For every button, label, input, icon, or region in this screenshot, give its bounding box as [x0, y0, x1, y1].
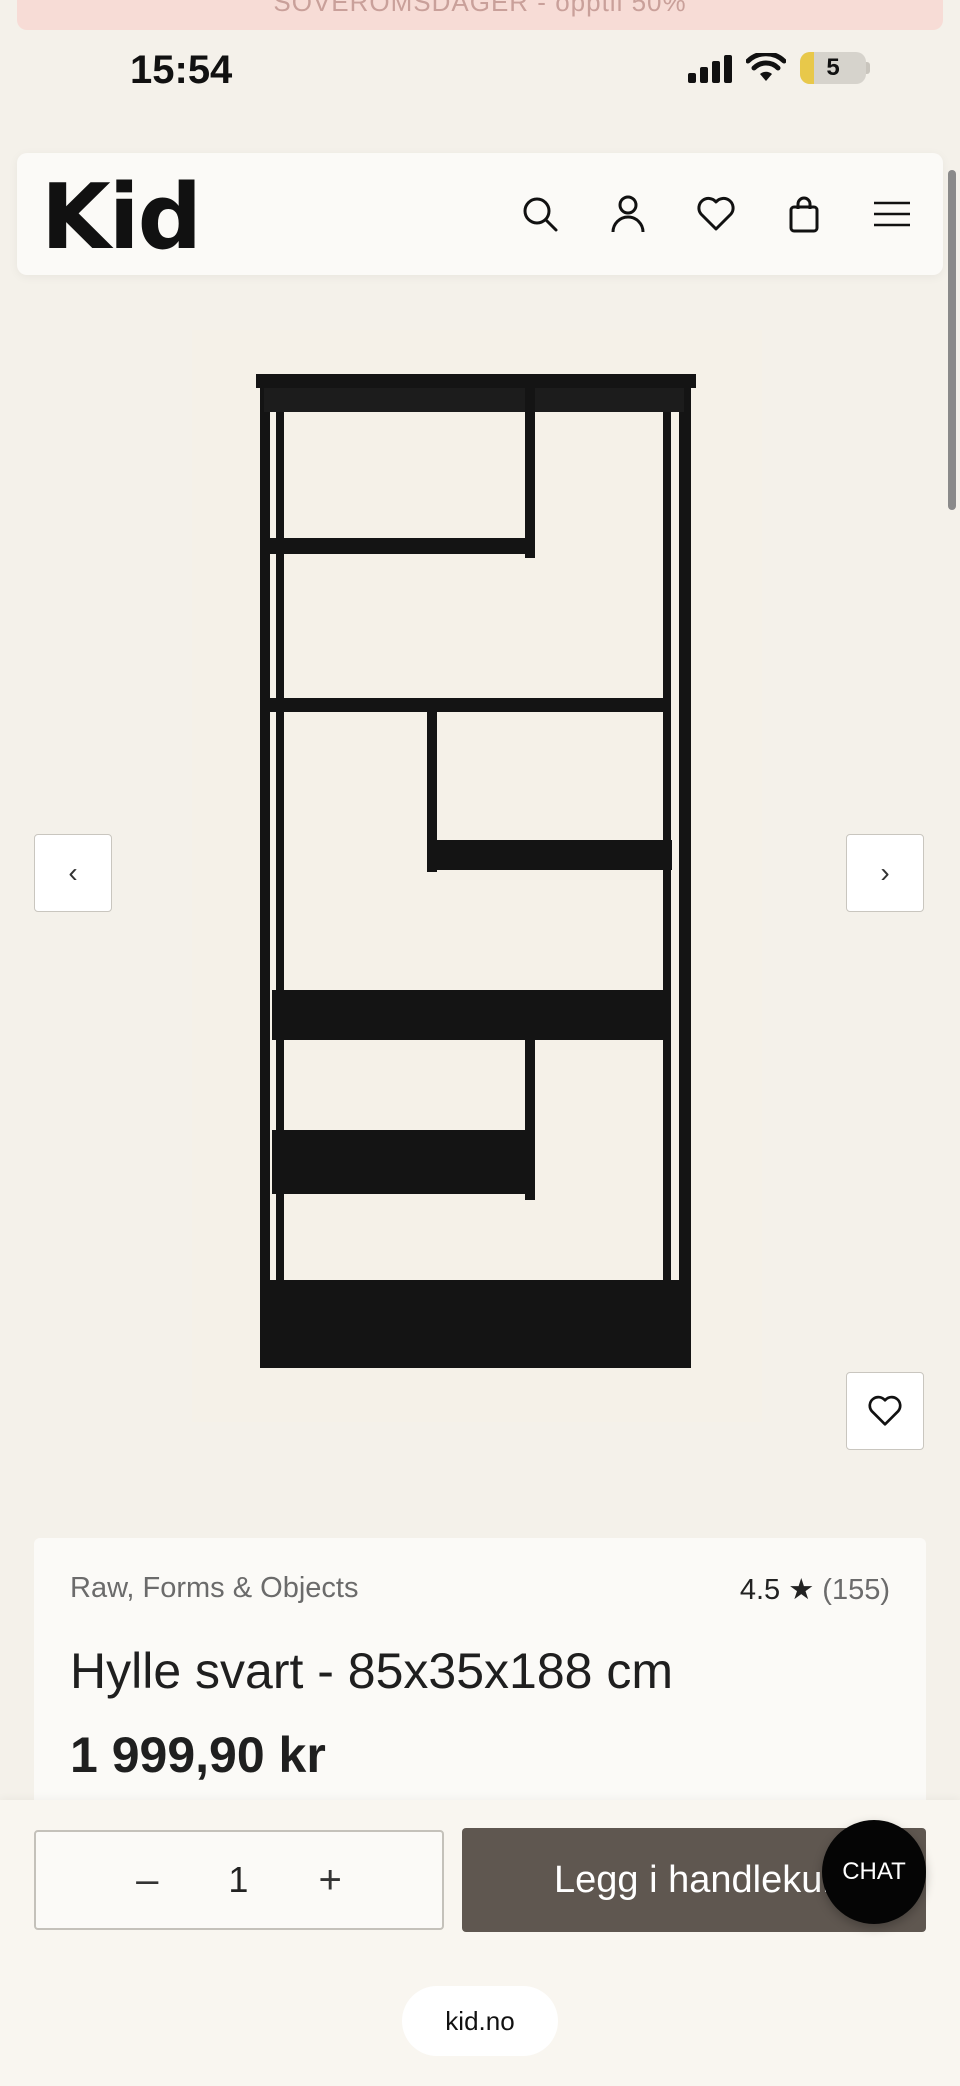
menu-icon[interactable] — [869, 191, 915, 237]
rating-value: 4.5 ★ — [739, 1574, 815, 1606]
rating-count: (155) — [822, 1574, 890, 1606]
promo-text: SOVEROMSDAGER - opptil 50% — [273, 0, 687, 17]
sticky-cart-bar: – 1 + Legg i handlekurv CHAT kid.no — [0, 1800, 960, 2086]
quantity-stepper: – 1 + — [34, 1830, 444, 1930]
product-title: Hylle svart - 85x35x188 cm — [70, 1643, 674, 1699]
browser-url-pill[interactable]: kid.no — [402, 1986, 558, 2056]
product-price: 1 999,90 kr — [70, 1727, 326, 1783]
promo-banner[interactable]: SOVEROMSDAGER - opptil 50% — [17, 0, 943, 30]
cellular-signal-icon — [688, 53, 732, 83]
status-time: 15:54 — [130, 48, 233, 92]
chevron-right-icon: › — [880, 857, 890, 888]
kid-logo[interactable]: Kid — [41, 165, 202, 270]
site-header: Kid — [17, 153, 943, 275]
heart-icon[interactable] — [693, 191, 739, 237]
product-brand[interactable]: Raw, Forms & Objects — [70, 1572, 358, 1605]
url-text: kid.no — [445, 2005, 515, 2036]
battery-level: 5 — [826, 54, 840, 81]
product-info-card: Raw, Forms & Objects 4.5 ★ (155) Hylle s… — [34, 1538, 926, 1808]
wifi-icon — [746, 53, 786, 81]
chat-button[interactable]: CHAT — [822, 1820, 926, 1924]
heart-icon — [868, 1395, 902, 1426]
user-icon[interactable] — [605, 191, 651, 237]
add-to-cart-label: Legg i handlekurv — [554, 1858, 854, 1901]
previous-image-button[interactable]: ‹ — [34, 834, 112, 912]
shelf-illustration — [256, 374, 696, 1368]
next-image-button[interactable]: › — [846, 834, 924, 912]
status-bar: 15:54 5 — [0, 30, 960, 110]
chat-label: CHAT — [842, 1858, 906, 1885]
bag-icon[interactable] — [781, 191, 827, 237]
quantity-value: 1 — [228, 1859, 249, 1900]
chevron-left-icon: ‹ — [68, 857, 78, 888]
decrease-quantity-button[interactable]: – — [136, 1858, 158, 1903]
page-scrollbar[interactable] — [948, 170, 956, 510]
product-image — [192, 330, 762, 1422]
product-rating[interactable]: 4.5 ★ (155) — [740, 1572, 890, 1607]
add-to-wishlist-button[interactable] — [846, 1372, 924, 1450]
search-icon[interactable] — [517, 191, 563, 237]
battery-icon: 5 — [800, 52, 866, 84]
increase-quantity-button[interactable]: + — [318, 1858, 341, 1903]
